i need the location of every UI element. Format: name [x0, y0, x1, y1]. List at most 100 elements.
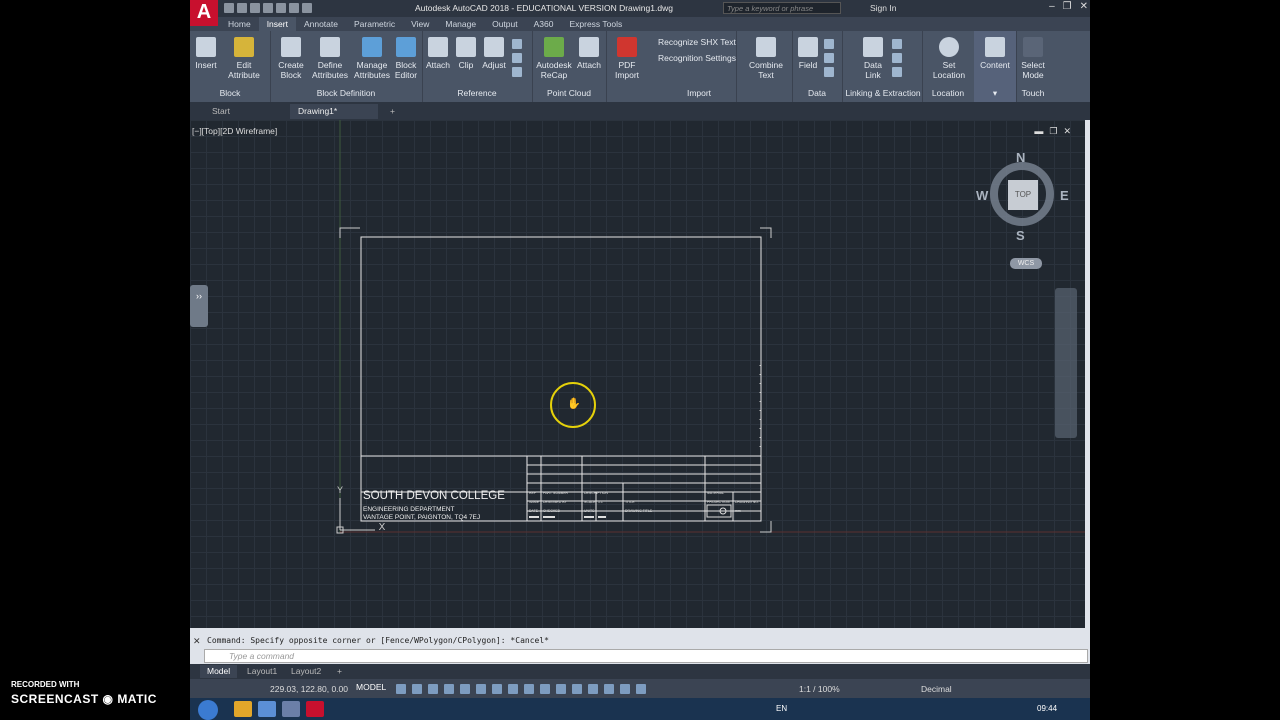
- manage-attributes-button[interactable]: Manage Attributes: [352, 37, 392, 80]
- 3d-osnap-icon[interactable]: [556, 684, 566, 694]
- snap-to-underlays-icon[interactable]: [512, 67, 522, 77]
- underlay-layers-icon[interactable]: [512, 39, 522, 49]
- recognition-settings-button[interactable]: Recognition Settings: [658, 53, 736, 63]
- point-cloud-attach-button[interactable]: Attach: [574, 37, 604, 70]
- tab-output[interactable]: Output: [484, 17, 526, 31]
- clip-button[interactable]: Clip: [454, 37, 478, 70]
- wcs-menu[interactable]: WCS: [1010, 258, 1042, 269]
- save-as-icon[interactable]: [263, 3, 273, 13]
- select-mode-button[interactable]: Select Mode: [1016, 37, 1050, 80]
- lineweight-icon[interactable]: [508, 684, 518, 694]
- language-indicator[interactable]: EN: [776, 704, 787, 713]
- viewcube[interactable]: TOP N S E W WCS: [976, 150, 1070, 269]
- tab-parametric[interactable]: Parametric: [346, 17, 403, 31]
- undo-icon[interactable]: [289, 3, 299, 13]
- gizmo-icon[interactable]: [604, 684, 614, 694]
- snap-icon[interactable]: [412, 684, 422, 694]
- content-button[interactable]: Content: [976, 37, 1014, 70]
- selection-filter-icon[interactable]: [588, 684, 598, 694]
- units-selector[interactable]: Decimal: [921, 684, 952, 694]
- sign-in-link[interactable]: Sign In: [870, 3, 896, 13]
- autodesk-recap-button[interactable]: Autodesk ReCap: [534, 37, 574, 80]
- transparency-icon[interactable]: [524, 684, 534, 694]
- tab-express-tools[interactable]: Express Tools: [561, 17, 630, 31]
- restore-icon[interactable]: ❐: [1063, 1, 1072, 12]
- tab-layout2[interactable]: Layout2: [284, 665, 328, 678]
- download-icon[interactable]: [892, 67, 902, 77]
- content-expand-icon[interactable]: ▾: [974, 87, 1016, 100]
- tab-layout1[interactable]: Layout1: [240, 665, 284, 678]
- compass-east[interactable]: E: [1060, 188, 1069, 203]
- palette-expand-handle[interactable]: ››: [190, 285, 208, 327]
- tab-home[interactable]: Home: [220, 17, 259, 31]
- edit-attribute-button[interactable]: Edit Attribute: [224, 37, 264, 80]
- tab-drawing1[interactable]: Drawing1*: [290, 104, 378, 119]
- tab-a360[interactable]: A360: [526, 17, 562, 31]
- attach-button[interactable]: Attach: [424, 37, 452, 70]
- auto-scale-icon[interactable]: [636, 684, 646, 694]
- object-snap-icon[interactable]: [492, 684, 502, 694]
- model-space-button[interactable]: MODEL: [356, 682, 386, 692]
- block-editor-button[interactable]: Block Editor: [392, 37, 420, 80]
- system-clock[interactable]: 09:44: [1037, 704, 1057, 713]
- navigation-bar[interactable]: [1055, 288, 1077, 438]
- new-icon[interactable]: [224, 3, 234, 13]
- ole-object-icon[interactable]: [824, 53, 834, 63]
- command-close-icon[interactable]: ✕: [193, 636, 201, 647]
- adjust-button[interactable]: Adjust: [480, 37, 508, 70]
- annotation-visibility-icon[interactable]: [620, 684, 630, 694]
- selection-cycling-icon[interactable]: [540, 684, 550, 694]
- object-snap-tracking-icon[interactable]: [476, 684, 486, 694]
- close-icon[interactable]: ✕: [1080, 1, 1088, 12]
- taskbar-chrome-icon[interactable]: [234, 701, 252, 717]
- compass-north[interactable]: N: [1016, 150, 1025, 165]
- pdf-import-button[interactable]: PDF Import: [610, 37, 644, 80]
- compass-south[interactable]: S: [1016, 228, 1025, 243]
- start-button[interactable]: [198, 700, 218, 720]
- tab-view[interactable]: View: [403, 17, 437, 31]
- extract-data-icon[interactable]: [892, 39, 902, 49]
- vertical-scrollbar[interactable]: [1085, 120, 1090, 628]
- block-panel-label[interactable]: Block: [190, 87, 270, 100]
- tab-start[interactable]: Start: [204, 104, 290, 119]
- tab-manage[interactable]: Manage: [437, 17, 484, 31]
- add-layout-plus-icon[interactable]: +: [330, 665, 349, 678]
- taskbar-autocad-icon[interactable]: [306, 701, 324, 717]
- ortho-icon[interactable]: [428, 684, 438, 694]
- set-location-button[interactable]: Set Location: [928, 37, 970, 80]
- hyperlink-icon[interactable]: [824, 67, 834, 77]
- dynamic-ucs-icon[interactable]: [572, 684, 582, 694]
- reference-panel-label[interactable]: Reference: [422, 87, 532, 100]
- grid-icon[interactable]: [396, 684, 406, 694]
- polar-icon[interactable]: [444, 684, 454, 694]
- tab-model[interactable]: Model: [200, 665, 238, 678]
- new-tab-plus-icon[interactable]: +: [382, 104, 402, 119]
- plot-icon[interactable]: [276, 3, 286, 13]
- application-menu-logo[interactable]: A: [190, 0, 218, 26]
- create-block-button[interactable]: Create Block: [274, 37, 308, 80]
- coordinates-readout[interactable]: 229.03, 122.80, 0.00: [270, 684, 348, 694]
- redo-icon[interactable]: [302, 3, 312, 13]
- taskbar-explorer-icon[interactable]: [258, 701, 276, 717]
- minimize-icon[interactable]: –: [1049, 1, 1055, 12]
- upload-icon[interactable]: [892, 53, 902, 63]
- search-input[interactable]: Type a keyword or phrase: [723, 2, 841, 14]
- save-icon[interactable]: [250, 3, 260, 13]
- viewcube-top-face[interactable]: TOP: [1008, 180, 1038, 210]
- taskbar-app-icon[interactable]: [282, 701, 300, 717]
- field-button[interactable]: Field: [796, 37, 820, 70]
- tab-insert[interactable]: Insert: [258, 17, 296, 31]
- combine-text-button[interactable]: Combine Text: [746, 37, 786, 80]
- insert-button[interactable]: Insert: [192, 37, 220, 70]
- open-icon[interactable]: [237, 3, 247, 13]
- update-fields-icon[interactable]: [824, 39, 834, 49]
- recognize-shx-text-button[interactable]: Recognize SHX Text: [658, 37, 736, 47]
- compass-west[interactable]: W: [976, 188, 988, 203]
- isodraft-icon[interactable]: [460, 684, 470, 694]
- tab-annotate[interactable]: Annotate: [296, 17, 346, 31]
- define-attributes-button[interactable]: Define Attributes: [310, 37, 350, 80]
- drawing-viewport[interactable]: [−][Top][2D Wireframe] ▬ ❐ ✕ SOUTH DEVON…: [190, 120, 1085, 628]
- block-definition-panel-label[interactable]: Block Definition: [270, 87, 422, 100]
- frames-icon[interactable]: [512, 53, 522, 63]
- data-link-button[interactable]: Data Link: [858, 37, 888, 80]
